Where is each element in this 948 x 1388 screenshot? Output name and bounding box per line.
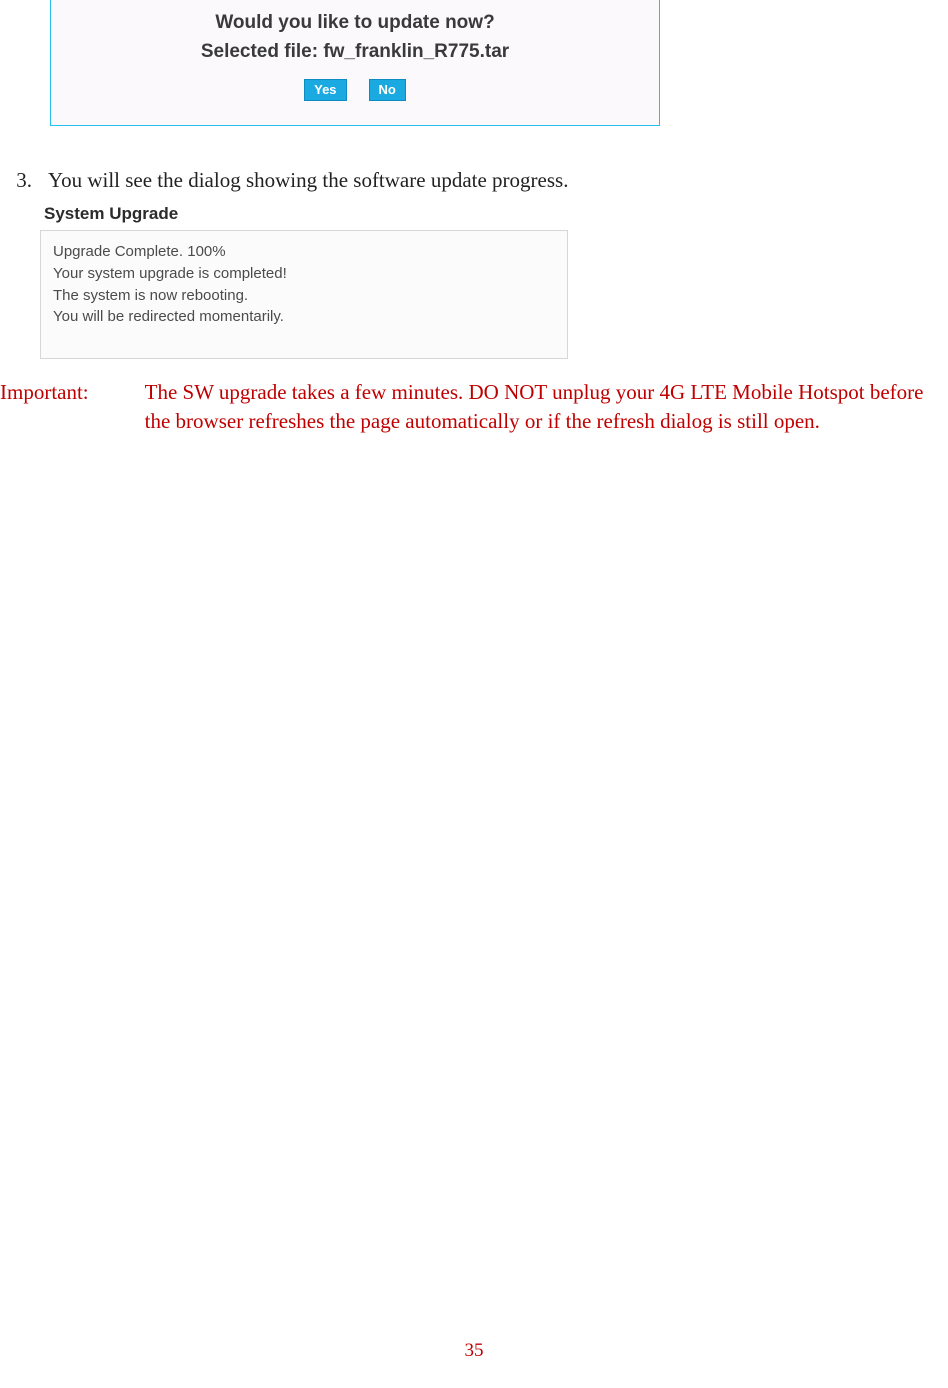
confirm-button-row: Yes No <box>57 79 653 101</box>
system-upgrade-panel: Upgrade Complete. 100% Your system upgra… <box>40 230 568 359</box>
step-3-text: You will see the dialog showing the soft… <box>48 168 948 193</box>
sysup-line-1: Upgrade Complete. 100% <box>53 241 555 263</box>
update-confirm-box: Would you like to update now? Selected f… <box>50 0 660 126</box>
important-note: Important: The SW upgrade takes a few mi… <box>0 378 948 437</box>
important-label: Important: <box>0 378 89 437</box>
important-text: The SW upgrade takes a few minutes. DO N… <box>145 378 948 437</box>
system-upgrade-title: System Upgrade <box>44 204 568 224</box>
no-button[interactable]: No <box>369 79 406 101</box>
step-3-row: 3. You will see the dialog showing the s… <box>0 168 948 193</box>
confirm-line-1: Would you like to update now? <box>57 8 653 37</box>
step-3-number: 3. <box>0 168 36 193</box>
confirm-line-2: Selected file: fw_franklin_R775.tar <box>57 37 653 66</box>
sysup-line-2: Your system upgrade is completed! <box>53 263 555 285</box>
yes-button[interactable]: Yes <box>304 79 346 101</box>
update-confirm-dialog: Would you like to update now? Selected f… <box>50 0 660 126</box>
sysup-line-4: You will be redirected momentarily. <box>53 306 555 328</box>
page-number: 35 <box>0 1340 948 1362</box>
system-upgrade-figure: System Upgrade Upgrade Complete. 100% Yo… <box>40 204 568 359</box>
sysup-line-3: The system is now rebooting. <box>53 285 555 307</box>
